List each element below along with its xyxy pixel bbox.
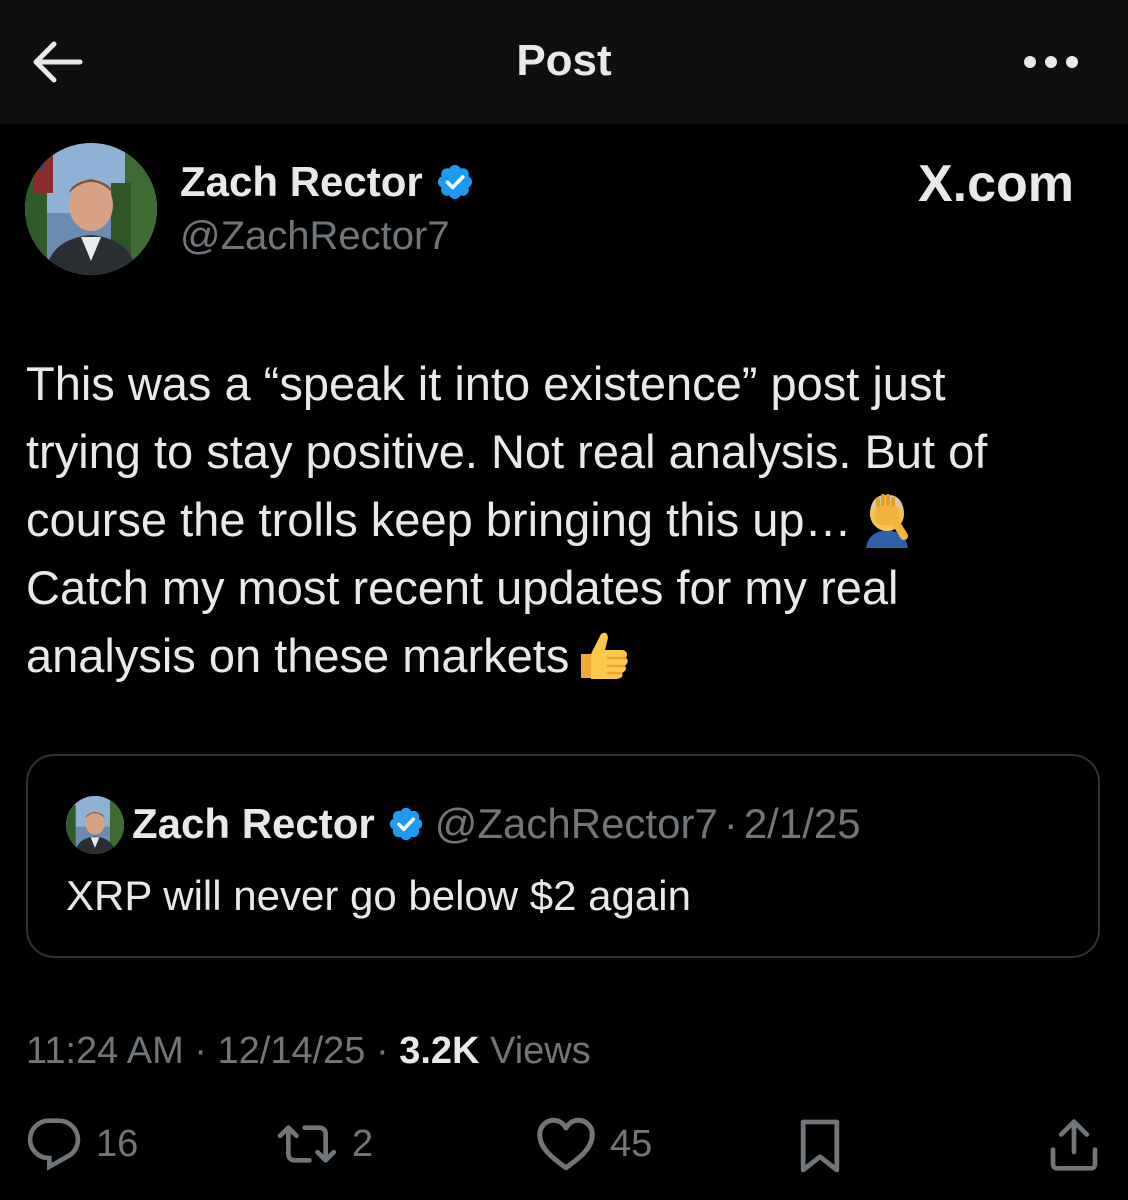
author-handle[interactable]: @ZachRector7 [180,214,450,259]
quoted-author-handle: @ZachRector7 [434,800,718,847]
more-options-button[interactable] [1022,50,1080,74]
post-line-text: course the trolls keep bringing this up… [26,493,852,546]
source-label: X.com [917,155,1074,213]
quoted-author-avatar [66,796,124,854]
views-label[interactable]: Views [490,1030,591,1072]
quoted-date: 2/1/25 [743,800,861,847]
post-meta: 11:24 AM · 12/14/25 · 3.2K Views [26,1030,591,1073]
like-button[interactable]: 45 [536,1116,652,1172]
post-line: Catch my most recent updates for my real [26,561,899,614]
top-bar: Post [0,0,1128,124]
meta-separator: · [194,1030,207,1072]
repost-button[interactable]: 2 [276,1116,373,1172]
face-palm-emoji-icon [865,494,908,548]
action-bar: 16 2 45 [0,1116,1128,1186]
quoted-post[interactable]: Zach Rector @ZachRector7 · 2/1/25 XRP wi… [26,754,1100,958]
like-count: 45 [610,1122,653,1165]
verified-badge-icon [437,164,472,200]
reply-icon [27,1118,81,1171]
heart-icon [537,1117,595,1171]
post-date: 12/14/25 [217,1030,366,1072]
author-name[interactable]: Zach Rector [180,158,475,206]
post-line: This was a “speak it into existence” pos… [26,357,946,410]
author-avatar[interactable] [25,143,157,275]
page-title: Post [516,36,612,85]
reply-button[interactable]: 16 [26,1116,138,1172]
meta-separator: · [376,1030,389,1072]
share-button[interactable] [1046,1116,1102,1174]
share-icon [1050,1119,1098,1171]
post-time: 11:24 AM [26,1030,184,1072]
post-line-text: analysis on these markets [26,629,570,682]
author-name-text: Zach Rector [180,158,423,205]
post-text: This was a “speak it into existence” pos… [26,350,1106,690]
post-line: analysis on these markets [26,622,1106,690]
views-count: 3.2K [399,1030,480,1072]
post-line: course the trolls keep bringing this up… [26,486,1106,554]
bookmark-icon [800,1119,840,1173]
verified-badge-icon [389,807,422,841]
more-icon [1024,56,1078,68]
reply-count: 16 [96,1122,139,1165]
quoted-post-text: XRP will never go below $2 again [66,872,691,919]
bookmark-button[interactable] [796,1116,844,1176]
thumbs-up-emoji-icon [581,632,629,679]
quoted-post-header: Zach Rector @ZachRector7 · 2/1/25 [132,800,861,848]
quoted-author-name: Zach Rector [132,800,375,847]
repost-icon [277,1125,337,1163]
quoted-separator: · [723,800,738,847]
post-line: trying to stay positive. Not real analys… [26,425,988,478]
repost-count: 2 [352,1122,374,1165]
